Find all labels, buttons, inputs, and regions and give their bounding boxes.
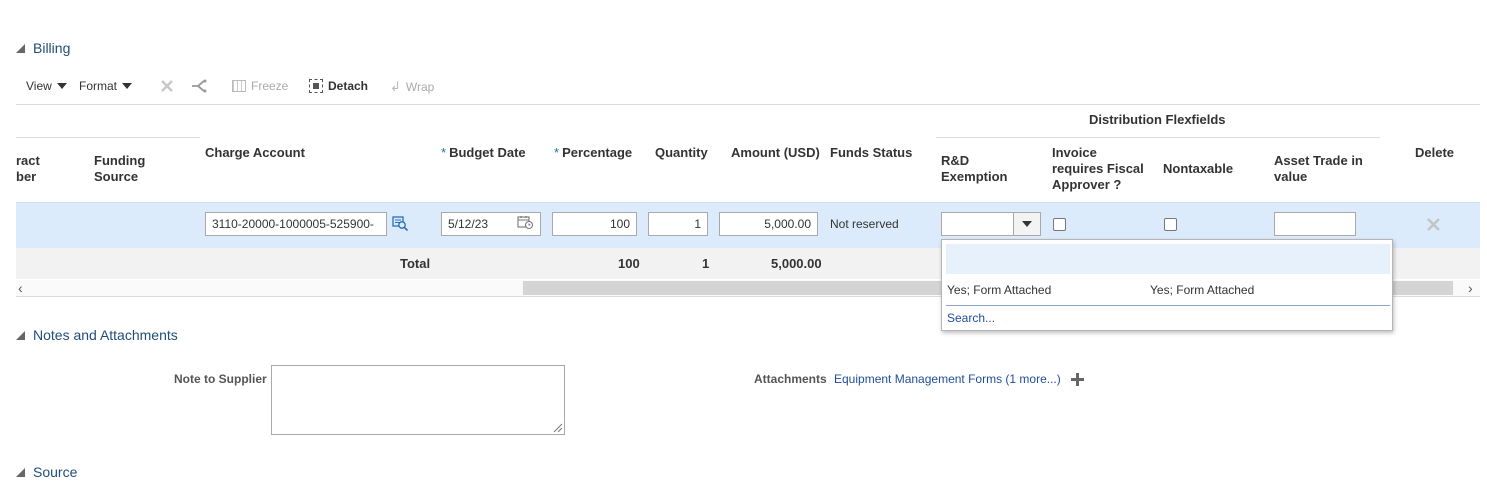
- asset-trade-input[interactable]: [1274, 212, 1356, 236]
- col-asset-trade: Asset Trade in value: [1274, 153, 1363, 185]
- col-percentage-label: Percentage: [562, 145, 633, 160]
- amount-input[interactable]: 5,000.00: [719, 212, 818, 236]
- total-label: Total: [400, 256, 431, 271]
- source-section-header[interactable]: Source: [16, 464, 77, 480]
- col-delete: Delete: [1415, 145, 1455, 160]
- attachments-label: Attachments: [754, 372, 827, 386]
- col-asset-line1: Asset Trade in: [1274, 153, 1363, 168]
- source-section-title: Source: [33, 464, 78, 480]
- col-budget-date: * Budget Date: [441, 145, 526, 161]
- col-invoice-line3: Approver ?: [1052, 177, 1122, 192]
- total-percentage: 100: [618, 256, 640, 271]
- notes-section-header[interactable]: Notes and Attachments: [16, 327, 178, 343]
- dropdown-option-description: Yes; Form Attached: [1150, 283, 1255, 297]
- format-menu[interactable]: Format: [79, 79, 133, 93]
- header-line-left: [16, 137, 200, 138]
- note-to-supplier-textarea[interactable]: [271, 365, 565, 435]
- col-asset-line2: value: [1274, 169, 1308, 184]
- chevron-down-icon: [56, 83, 67, 89]
- wrap-icon: ↲: [390, 79, 401, 94]
- calendar-icon[interactable]: [517, 215, 534, 233]
- view-menu-label: View: [26, 79, 52, 93]
- dropdown-search-link[interactable]: Search...: [947, 311, 995, 325]
- toolbar-divider: [16, 104, 1480, 105]
- dropdown-option-yes-form-attached[interactable]: Yes; Form Attached Yes; Form Attached: [942, 281, 1392, 303]
- budget-date-value: 5/12/23: [448, 217, 489, 231]
- rd-exemption-dropdown-list[interactable]: Yes; Form Attached Yes; Form Attached Se…: [941, 239, 1393, 331]
- freeze-label: Freeze: [251, 79, 289, 93]
- chevron-down-icon: [122, 83, 133, 89]
- note-to-supplier-label: Note to Supplier: [174, 372, 267, 386]
- freeze-button[interactable]: Freeze: [232, 79, 288, 93]
- col-rd-line2: Exemption: [941, 169, 1008, 184]
- col-budget-date-label: Budget Date: [449, 145, 526, 160]
- col-invoice-line1: Invoice: [1052, 145, 1097, 160]
- col-quantity: Quantity: [655, 145, 708, 160]
- detach-button[interactable]: Detach: [309, 79, 368, 93]
- attachments-link[interactable]: Equipment Management Forms (1 more...): [834, 372, 1061, 386]
- quantity-input[interactable]: 1: [648, 212, 708, 236]
- col-amount: Amount (USD): [731, 145, 820, 160]
- budget-date-input[interactable]: 5/12/23: [441, 212, 541, 236]
- billing-section-header[interactable]: Billing: [16, 40, 70, 56]
- split-icon[interactable]: [190, 78, 208, 94]
- col-funding-source: Funding Source: [94, 153, 145, 185]
- search-icon[interactable]: [392, 216, 409, 232]
- required-indicator: *: [554, 145, 560, 160]
- dropdown-option-value: Yes; Form Attached: [947, 283, 1052, 297]
- wrap-label: Wrap: [405, 80, 435, 94]
- nontaxable-checkbox[interactable]: [1164, 218, 1177, 231]
- col-funds-status: Funds Status: [830, 145, 913, 160]
- freeze-icon: [232, 80, 246, 92]
- notes-section-title: Notes and Attachments: [33, 327, 178, 343]
- billing-section-title: Billing: [33, 40, 71, 56]
- charge-account-input[interactable]: 3110-20000-1000005-525900-: [205, 212, 387, 236]
- wrap-button[interactable]: ↲ Wrap: [390, 79, 434, 95]
- collapse-triangle-icon[interactable]: [16, 43, 25, 53]
- col-funding-line2: Source: [94, 169, 139, 184]
- detach-label: Detach: [328, 79, 369, 93]
- group-header-line: [936, 137, 1380, 138]
- dropdown-option-blank[interactable]: [946, 244, 1390, 274]
- rd-exemption-select[interactable]: [941, 212, 1041, 236]
- delete-row-toolbar-icon[interactable]: [159, 78, 175, 94]
- chevron-down-icon: [1022, 221, 1032, 227]
- invoice-fiscal-approver-checkbox[interactable]: [1053, 218, 1066, 231]
- dropdown-toggle[interactable]: [1013, 213, 1040, 235]
- required-indicator: *: [441, 145, 447, 160]
- detach-icon: [309, 79, 323, 93]
- col-funding-line1: Funding: [94, 153, 146, 168]
- total-quantity: 1: [702, 256, 710, 271]
- dropdown-divider: [946, 305, 1390, 306]
- col-rd-line1: R&D: [941, 153, 970, 168]
- delete-row-icon[interactable]: [1426, 217, 1441, 232]
- add-attachment-icon[interactable]: [1070, 372, 1085, 387]
- col-contract-number: ract ber: [16, 153, 56, 185]
- collapse-triangle-icon[interactable]: [16, 467, 25, 477]
- collapse-triangle-icon[interactable]: [16, 330, 25, 340]
- col-invoice-fiscal-approver: Invoice requires Fiscal Approver ?: [1052, 145, 1144, 193]
- col-percentage: * Percentage: [554, 145, 632, 161]
- total-amount: 5,000.00: [771, 256, 822, 271]
- scroll-right-icon[interactable]: ›: [1468, 280, 1473, 296]
- scroll-left-icon[interactable]: ‹: [18, 280, 23, 296]
- percentage-input[interactable]: 100: [552, 212, 637, 236]
- col-contract-line1: ract: [16, 153, 40, 168]
- col-invoice-line2: requires Fiscal: [1052, 161, 1144, 176]
- col-nontaxable: Nontaxable: [1163, 161, 1234, 176]
- distribution-flexfields-group-header: Distribution Flexfields: [1089, 112, 1226, 127]
- col-rd-exemption: R&D Exemption: [941, 153, 1007, 185]
- col-charge-account: Charge Account: [205, 145, 305, 160]
- format-menu-label: Format: [79, 79, 118, 93]
- funds-status-value: Not reserved: [830, 217, 899, 231]
- view-menu[interactable]: View: [26, 79, 67, 93]
- col-contract-line2: ber: [16, 169, 37, 184]
- resize-handle-icon[interactable]: [551, 421, 563, 433]
